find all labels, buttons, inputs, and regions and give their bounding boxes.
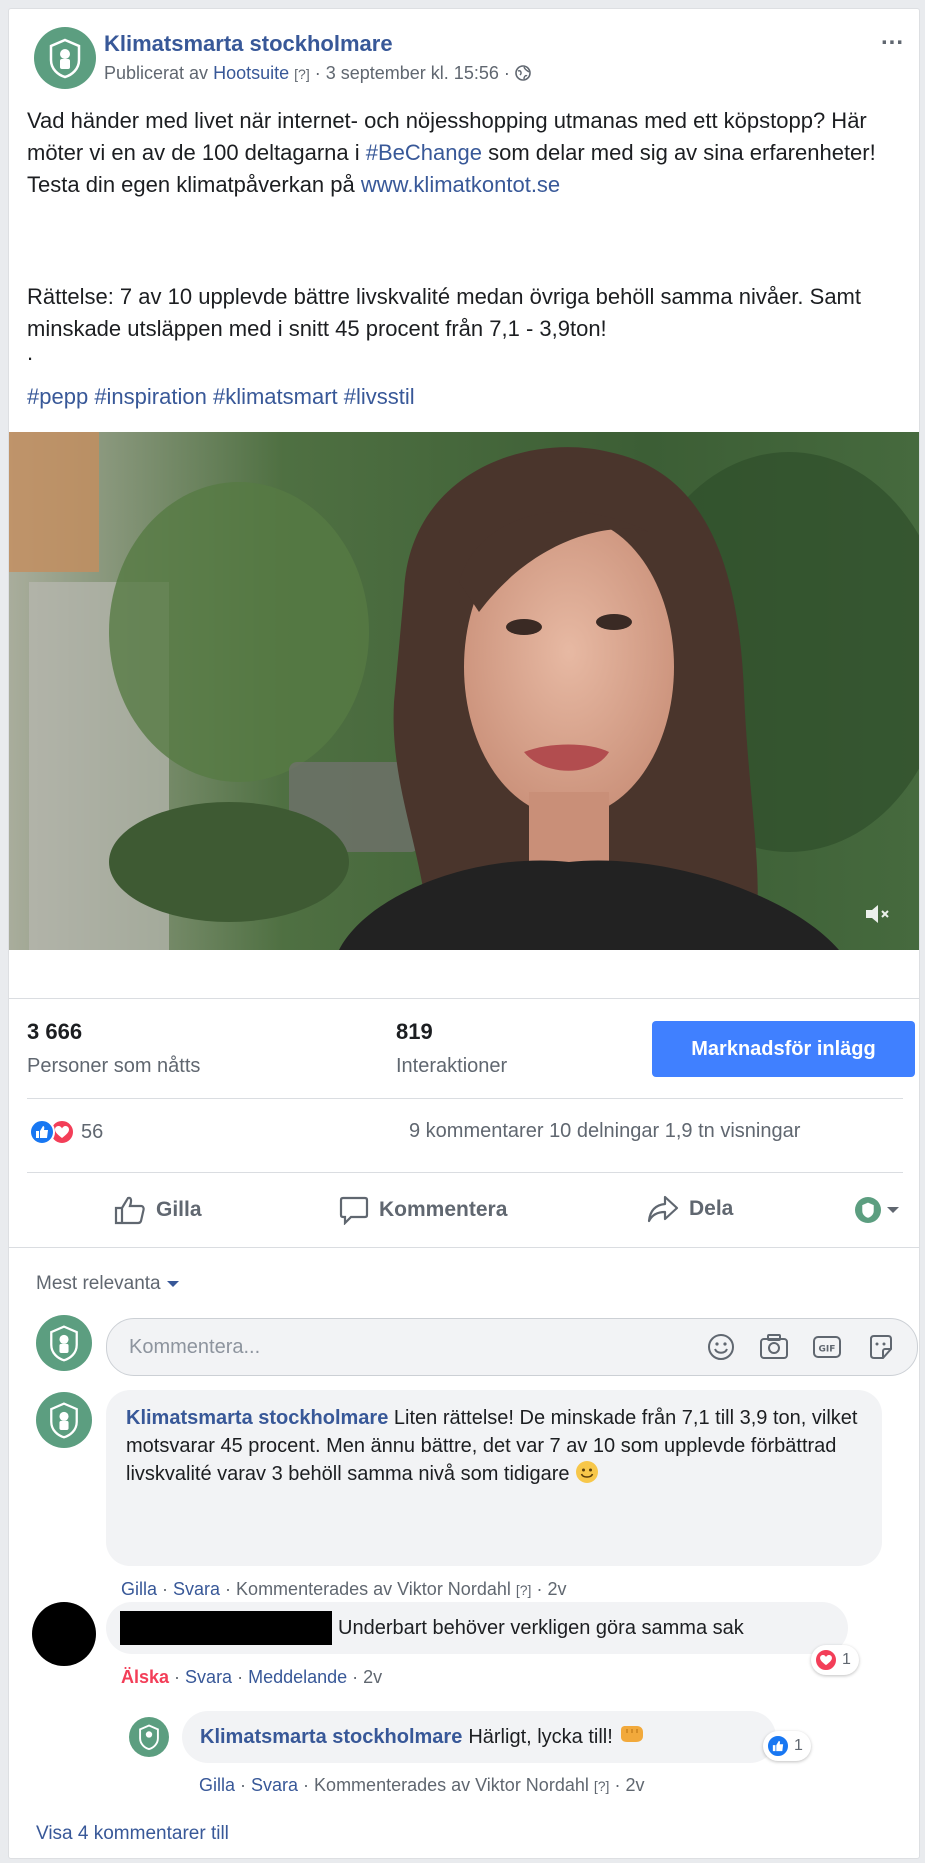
globe-icon: [515, 65, 531, 81]
comment-meta: Gilla · Svara · Kommenterades av Viktor …: [121, 1579, 567, 1599]
post-meta: Publicerat av Hootsuite [?] · 3 septembe…: [104, 63, 531, 84]
svg-text:GIF: GIF: [819, 1345, 836, 1355]
comment-reply-link[interactable]: Svara: [173, 1579, 220, 1599]
reply-bubble: Klimatsmarta stockholmare Härligt, lycka…: [182, 1711, 776, 1763]
interactions-label: Interaktioner: [396, 1055, 508, 1077]
comment-input[interactable]: Kommentera...: [106, 1318, 918, 1376]
hashtag-pepp[interactable]: #pepp: [27, 384, 88, 409]
view-more-comments-link[interactable]: Visa 4 kommentarer till: [36, 1823, 229, 1845]
comment-author[interactable]: Klimatsmarta stockholmare: [126, 1407, 388, 1429]
shares-count[interactable]: 10 delningar: [549, 1120, 659, 1142]
caret-down-icon: [887, 1207, 899, 1213]
page-avatar[interactable]: [34, 27, 96, 89]
love-icon: [814, 1648, 838, 1672]
post-body: Vad händer med livet när internet- och n…: [27, 108, 876, 197]
reach-label: Personer som nåtts: [27, 1055, 201, 1077]
reaction-summary[interactable]: 56: [29, 1119, 103, 1145]
sticker-icon[interactable]: [867, 1333, 895, 1366]
comment-2-reply-link[interactable]: Svara: [185, 1667, 232, 1687]
like-button[interactable]: Gilla: [114, 1195, 202, 1225]
video-frame: [9, 432, 919, 950]
comments-count[interactable]: 9 kommentarer: [409, 1120, 544, 1142]
redacted-name-bar: [120, 1611, 332, 1645]
like-reaction-icon: [29, 1119, 55, 1145]
post-correction: Rättelse: 7 av 10 upplevde bättre livskv…: [27, 284, 861, 341]
comment-input-placeholder: Kommentera...: [129, 1335, 261, 1358]
reply-text: Härligt, lycka till!: [468, 1725, 613, 1748]
hashtag-bechange[interactable]: #BeChange: [366, 140, 482, 165]
love-reaction-count: 1: [842, 1651, 851, 1668]
reply-like-badge[interactable]: 1: [763, 1731, 811, 1761]
comment-bubble: Klimatsmarta stockholmare Liten rättelse…: [106, 1390, 882, 1566]
mute-icon[interactable]: [864, 902, 892, 931]
reply-author[interactable]: Klimatsmarta stockholmare: [200, 1726, 462, 1749]
post-video[interactable]: [9, 432, 919, 950]
hashtag-inspiration[interactable]: #inspiration: [94, 384, 207, 409]
post-hashtags: #pepp #inspiration #klimatsmart #livssti…: [27, 381, 415, 413]
comment-bubble-icon: [339, 1196, 369, 1225]
share-arrow-icon: [647, 1195, 679, 1223]
views-count[interactable]: 1,9 tn visningar: [665, 1120, 801, 1142]
redacted-avatar[interactable]: [32, 1602, 96, 1666]
comment-button[interactable]: Kommentera: [339, 1195, 507, 1225]
comment-avatar[interactable]: [36, 1392, 92, 1448]
comment-bubble-2: Underbart behöver verkligen göra samma s…: [106, 1602, 848, 1654]
page-name[interactable]: Klimatsmarta stockholmare: [104, 31, 393, 57]
reply-meta: Gilla · Svara · Kommenterades av Viktor …: [199, 1775, 645, 1795]
more-options-button[interactable]: ...: [881, 23, 904, 51]
love-link[interactable]: Älska: [121, 1667, 169, 1687]
reply-like-count: 1: [794, 1737, 803, 1754]
promote-post-button[interactable]: Marknadsför inlägg: [652, 1021, 915, 1077]
comment-like-link[interactable]: Gilla: [121, 1579, 157, 1599]
publisher-link[interactable]: Hootsuite: [213, 63, 289, 83]
reactions-count: 56: [81, 1120, 104, 1143]
share-button[interactable]: Dela: [647, 1195, 733, 1223]
hashtag-klimatsmart[interactable]: #klimatsmart: [213, 384, 338, 409]
fist-bump-icon: [619, 1724, 645, 1750]
post-dot: .: [27, 340, 34, 365]
reach-value: 3 666: [27, 1019, 83, 1044]
post-stats: 9 kommentarer 10 delningar 1,9 tn visnin…: [409, 1120, 800, 1143]
love-reaction-badge[interactable]: 1: [811, 1645, 859, 1675]
emoji-icon[interactable]: [707, 1333, 735, 1366]
camera-icon[interactable]: [759, 1333, 789, 1366]
post-date[interactable]: 3 september kl. 15:56: [326, 63, 499, 83]
message-link[interactable]: Meddelande: [248, 1667, 347, 1687]
post-card: Klimatsmarta stockholmare Publicerat av …: [8, 8, 920, 1859]
thumbs-up-icon: [114, 1196, 145, 1225]
hashtag-livsstil[interactable]: #livsstil: [344, 384, 415, 409]
page-avatar-small: [855, 1197, 881, 1223]
composer-avatar: [36, 1315, 92, 1371]
post-url[interactable]: www.klimatkontot.se: [361, 172, 560, 197]
like-icon: [766, 1734, 790, 1758]
comment-text-2: Underbart behöver verkligen göra samma s…: [338, 1616, 744, 1639]
reply-like-link[interactable]: Gilla: [199, 1775, 235, 1795]
smile-emoji-icon: [575, 1460, 599, 1484]
interactions-value: 819: [396, 1019, 433, 1044]
gif-icon[interactable]: GIF: [812, 1333, 842, 1366]
reply-reply-link[interactable]: Svara: [251, 1775, 298, 1795]
sort-caret-icon: [166, 1281, 179, 1287]
post-as-selector[interactable]: [855, 1197, 900, 1223]
comment-sort-dropdown[interactable]: Mest relevanta: [36, 1273, 179, 1295]
promote-post-label: Marknadsför inlägg: [691, 1037, 876, 1060]
reply-avatar[interactable]: [129, 1717, 169, 1757]
comment-meta-2: Älska · Svara · Meddelande · 2v: [121, 1667, 383, 1687]
crest-icon: [49, 38, 81, 79]
